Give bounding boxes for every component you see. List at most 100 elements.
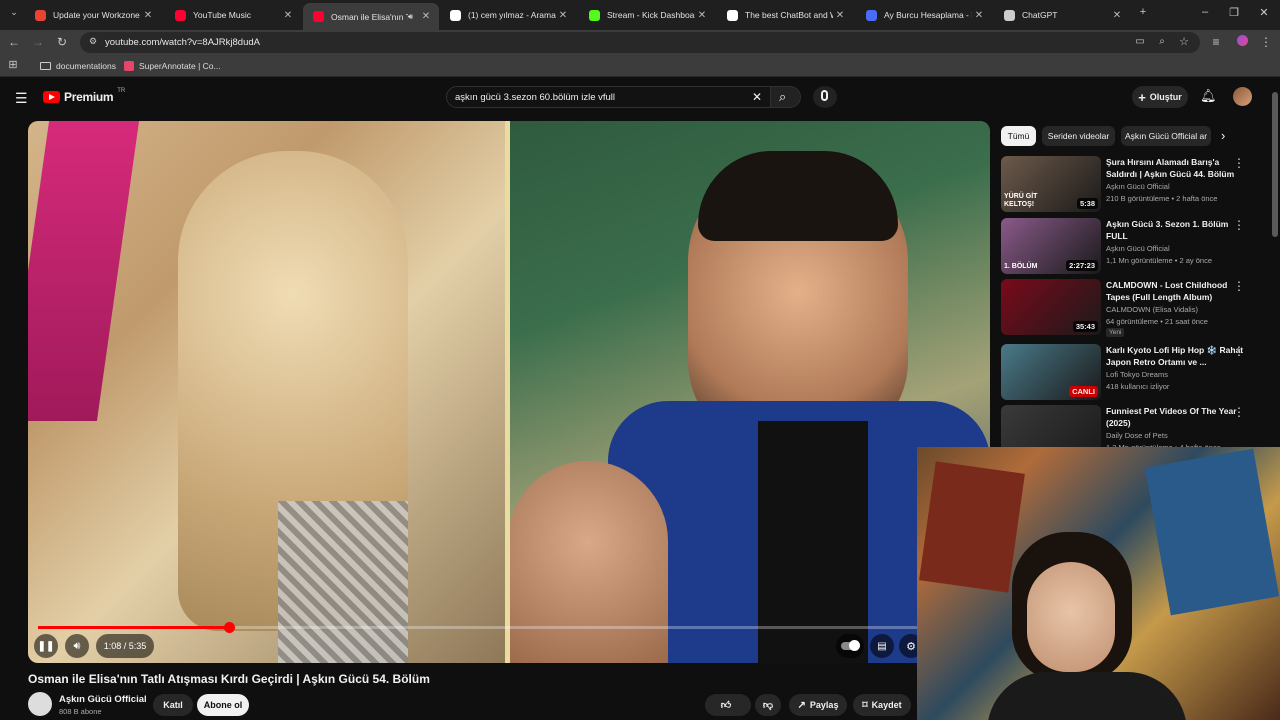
- media-icon[interactable]: ≡: [1208, 35, 1224, 49]
- recommendation-channel[interactable]: CALMDOWN (Elisa Vidalis): [1106, 305, 1198, 314]
- thumbs-down-icon: 👎︎: [762, 700, 774, 711]
- autoplay-toggle[interactable]: [836, 634, 864, 658]
- play-pause-button[interactable]: ❚❚: [34, 634, 58, 658]
- close-tab-icon[interactable]: ✕: [141, 10, 155, 21]
- more-options-icon[interactable]: ⋮: [1233, 218, 1245, 232]
- close-tab-icon[interactable]: ✕: [972, 10, 986, 21]
- join-button[interactable]: Katıl: [153, 694, 193, 716]
- dislike-button[interactable]: 👎︎: [755, 694, 781, 716]
- reload-icon[interactable]: ↻: [54, 35, 70, 49]
- browser-tab[interactable]: The best ChatBot and W ✕: [717, 3, 853, 27]
- close-tab-icon[interactable]: ✕: [281, 10, 295, 21]
- menu-kebab-icon[interactable]: ⋮: [1258, 35, 1274, 49]
- h-icon: [866, 9, 877, 21]
- browser-tab[interactable]: Ay Burcu Hesaplama - H ✕: [856, 3, 992, 27]
- back-icon[interactable]: ←: [6, 35, 22, 49]
- video-frame-left: [28, 121, 508, 663]
- volume-button[interactable]: 🔊︎: [65, 634, 89, 658]
- youtube-music-icon: [175, 9, 186, 21]
- close-tab-icon[interactable]: ✕: [695, 10, 709, 21]
- address-bar[interactable]: ⚙ youtube.com/watch?v=8AJRkj8dudA ▭ ⌕ ☆: [80, 32, 1200, 53]
- more-options-icon[interactable]: ⋮: [1233, 344, 1245, 358]
- search-button[interactable]: ⌕: [771, 86, 801, 108]
- browser-tab[interactable]: ChatGPT ✕: [994, 3, 1130, 27]
- restore-icon[interactable]: ❐: [1226, 6, 1242, 19]
- video-player[interactable]: ❚❚ 🔊︎ 1:08 / 5:35 ▤ ⚙: [28, 121, 990, 663]
- more-options-icon[interactable]: ⋮: [1233, 156, 1245, 170]
- subtitles-button[interactable]: ▤: [870, 634, 894, 658]
- browser-tab[interactable]: Osman ile Elisa'nın Ta 🔊︎ ✕: [303, 3, 439, 30]
- save-button[interactable]: ⌑ Kaydet: [853, 694, 911, 716]
- recommendation-item[interactable]: 1. BÖLÜM 2:27:23 Aşkın Gücü 3. Sezon 1. Bö…: [1001, 218, 1271, 276]
- clear-search-icon[interactable]: ✕: [752, 90, 762, 104]
- recommendation-item[interactable]: 35:43 CALMDOWN - Lost Childhood Tapes (Fu…: [1001, 279, 1271, 337]
- close-tab-icon[interactable]: ✕: [556, 10, 570, 21]
- more-options-icon[interactable]: ⋮: [1233, 405, 1245, 419]
- search-input[interactable]: aşkın gücü 3.sezon 60.bölüm izle vfull ✕: [446, 86, 771, 108]
- forward-icon[interactable]: →: [30, 35, 46, 49]
- pause-icon: ❚❚: [37, 640, 55, 652]
- chevron-right-icon[interactable]: ›: [1221, 128, 1225, 143]
- close-window-icon[interactable]: ✕: [1256, 6, 1272, 19]
- recommendation-channel[interactable]: Daily Dose of Pets: [1106, 431, 1168, 440]
- hamburger-menu-icon[interactable]: ☰: [15, 90, 28, 107]
- video-thumbnail[interactable]: YÜRÜ GİT KELTOŞ! 5:38: [1001, 156, 1101, 212]
- tab-search-icon[interactable]: ⌄: [6, 7, 22, 18]
- tab-title: The best ChatBot and W: [745, 10, 833, 20]
- video-thumbnail[interactable]: 35:43: [1001, 279, 1101, 335]
- youtube-logo[interactable]: Premium TR: [43, 88, 125, 104]
- bookmark-icon: ⌑: [862, 699, 868, 711]
- browser-tab[interactable]: YouTube Music ✕: [165, 3, 301, 27]
- chip-series[interactable]: Seriden videolar: [1042, 126, 1115, 146]
- profile-icon[interactable]: [1234, 35, 1250, 49]
- bookmark-superannotate[interactable]: SuperAnnotate | Co...: [124, 61, 221, 71]
- browser-tab[interactable]: Stream - Kick Dashboard ✕: [579, 3, 715, 27]
- browser-tab[interactable]: (1) cem yılmaz - Arama / ✕: [440, 3, 576, 27]
- account-avatar[interactable]: [1233, 87, 1252, 106]
- progress-bar[interactable]: [38, 622, 980, 633]
- chip-all[interactable]: Tümü: [1001, 126, 1036, 146]
- channel-name[interactable]: Aşkın Gücü Official: [59, 694, 147, 705]
- bookmark-documentations[interactable]: documentations: [40, 61, 116, 71]
- voice-search-button[interactable]: [813, 86, 837, 108]
- recommendation-channel[interactable]: Lofi Tokyo Dreams: [1106, 370, 1168, 379]
- recommendation-title[interactable]: Aşkın Gücü 3. Sezon 1. Bölüm FULL: [1106, 218, 1246, 242]
- close-tab-icon[interactable]: ✕: [833, 10, 847, 21]
- channel-avatar[interactable]: [28, 692, 52, 716]
- apps-grid-icon[interactable]: ⊞: [5, 58, 21, 71]
- time-text: 1:08 / 5:35: [103, 641, 147, 651]
- recommendation-channel[interactable]: Aşkın Gücü Official: [1106, 182, 1170, 191]
- chip-label: Seriden videolar: [1047, 131, 1110, 141]
- webcam-overlay: [917, 447, 1280, 720]
- zoom-icon[interactable]: ⌕: [1154, 36, 1170, 47]
- new-tab-icon[interactable]: +: [1135, 6, 1151, 18]
- share-button[interactable]: ↗ Paylaş: [789, 694, 847, 716]
- recommendation-title[interactable]: CALMDOWN - Lost Childhood Tapes (Full Le…: [1106, 279, 1246, 303]
- recommendation-item[interactable]: YÜRÜ GİT KELTOŞ! 5:38 Şura Hırsını Alamadı…: [1001, 156, 1271, 214]
- duration-badge: CANLI: [1069, 386, 1098, 397]
- video-thumbnail[interactable]: 1. BÖLÜM 2:27:23: [1001, 218, 1101, 274]
- notifications-bell-icon[interactable]: 🔔︎: [1200, 88, 1217, 104]
- browser-tab[interactable]: Update your Workzone p ✕: [25, 3, 161, 27]
- chip-channel[interactable]: Aşkın Gücü Official ar: [1121, 126, 1211, 146]
- subscribe-button[interactable]: Abone ol: [197, 694, 249, 716]
- gmail-icon: [35, 9, 46, 21]
- recommendation-title[interactable]: Funniest Pet Videos Of The Year (2025): [1106, 405, 1246, 429]
- like-button[interactable]: 👍︎: [705, 694, 751, 716]
- recommendation-title[interactable]: Şura Hırsını Alamadı Barış'a Saldırdı | …: [1106, 156, 1246, 180]
- scrollbar[interactable]: [1272, 92, 1278, 237]
- recommendation-channel[interactable]: Aşkın Gücü Official: [1106, 244, 1170, 253]
- create-button[interactable]: + Oluştur: [1132, 86, 1188, 108]
- bookmark-star-icon[interactable]: ☆: [1176, 35, 1192, 48]
- recommendation-item[interactable]: CANLI Karlı Kyoto Lofi Hip Hop ❄️ Rahat J…: [1001, 344, 1271, 402]
- site-info-icon[interactable]: ⚙: [85, 36, 101, 47]
- recommendation-title[interactable]: Karlı Kyoto Lofi Hip Hop ❄️ Rahat Japon …: [1106, 344, 1246, 368]
- minimize-icon[interactable]: –: [1197, 6, 1213, 18]
- kick-icon: [589, 9, 600, 21]
- tab-audio-icon[interactable]: 🔊︎: [408, 12, 413, 22]
- close-tab-icon[interactable]: ✕: [419, 11, 433, 22]
- more-options-icon[interactable]: ⋮: [1233, 279, 1245, 293]
- cast-icon[interactable]: ▭: [1132, 36, 1148, 47]
- video-thumbnail[interactable]: CANLI: [1001, 344, 1101, 400]
- close-tab-icon[interactable]: ✕: [1110, 10, 1124, 21]
